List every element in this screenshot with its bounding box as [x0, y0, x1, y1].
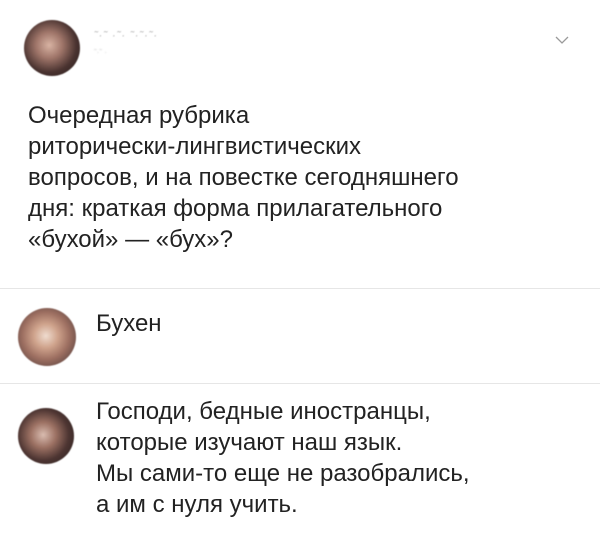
divider	[0, 383, 600, 384]
author-name[interactable]: ˜·˜ ·˜· ˜·˜·˜·	[94, 30, 158, 42]
divider	[0, 288, 600, 289]
post-header: ˜·˜ ·˜· ˜·˜·˜· ˜·˜ ·	[24, 20, 580, 80]
post-text: Очередная рубрика риторически-лингвистич…	[28, 102, 459, 253]
post-timestamp: ˜·˜ ·	[94, 48, 107, 57]
author-avatar[interactable]	[24, 20, 80, 76]
commenter-avatar[interactable]	[18, 408, 74, 464]
comment-item: Господи, бедные иностранцы, которые изуч…	[0, 396, 600, 546]
chevron-down-icon[interactable]	[554, 32, 570, 48]
post-card: ˜·˜ ·˜· ˜·˜·˜· ˜·˜ · Очередная рубрика р…	[0, 0, 600, 557]
comment-text: Господи, бедные иностранцы, которые изуч…	[96, 398, 470, 518]
comment-text: Бухен	[96, 310, 162, 337]
commenter-avatar[interactable]	[18, 308, 76, 366]
comment-item: Бухен	[0, 300, 600, 370]
